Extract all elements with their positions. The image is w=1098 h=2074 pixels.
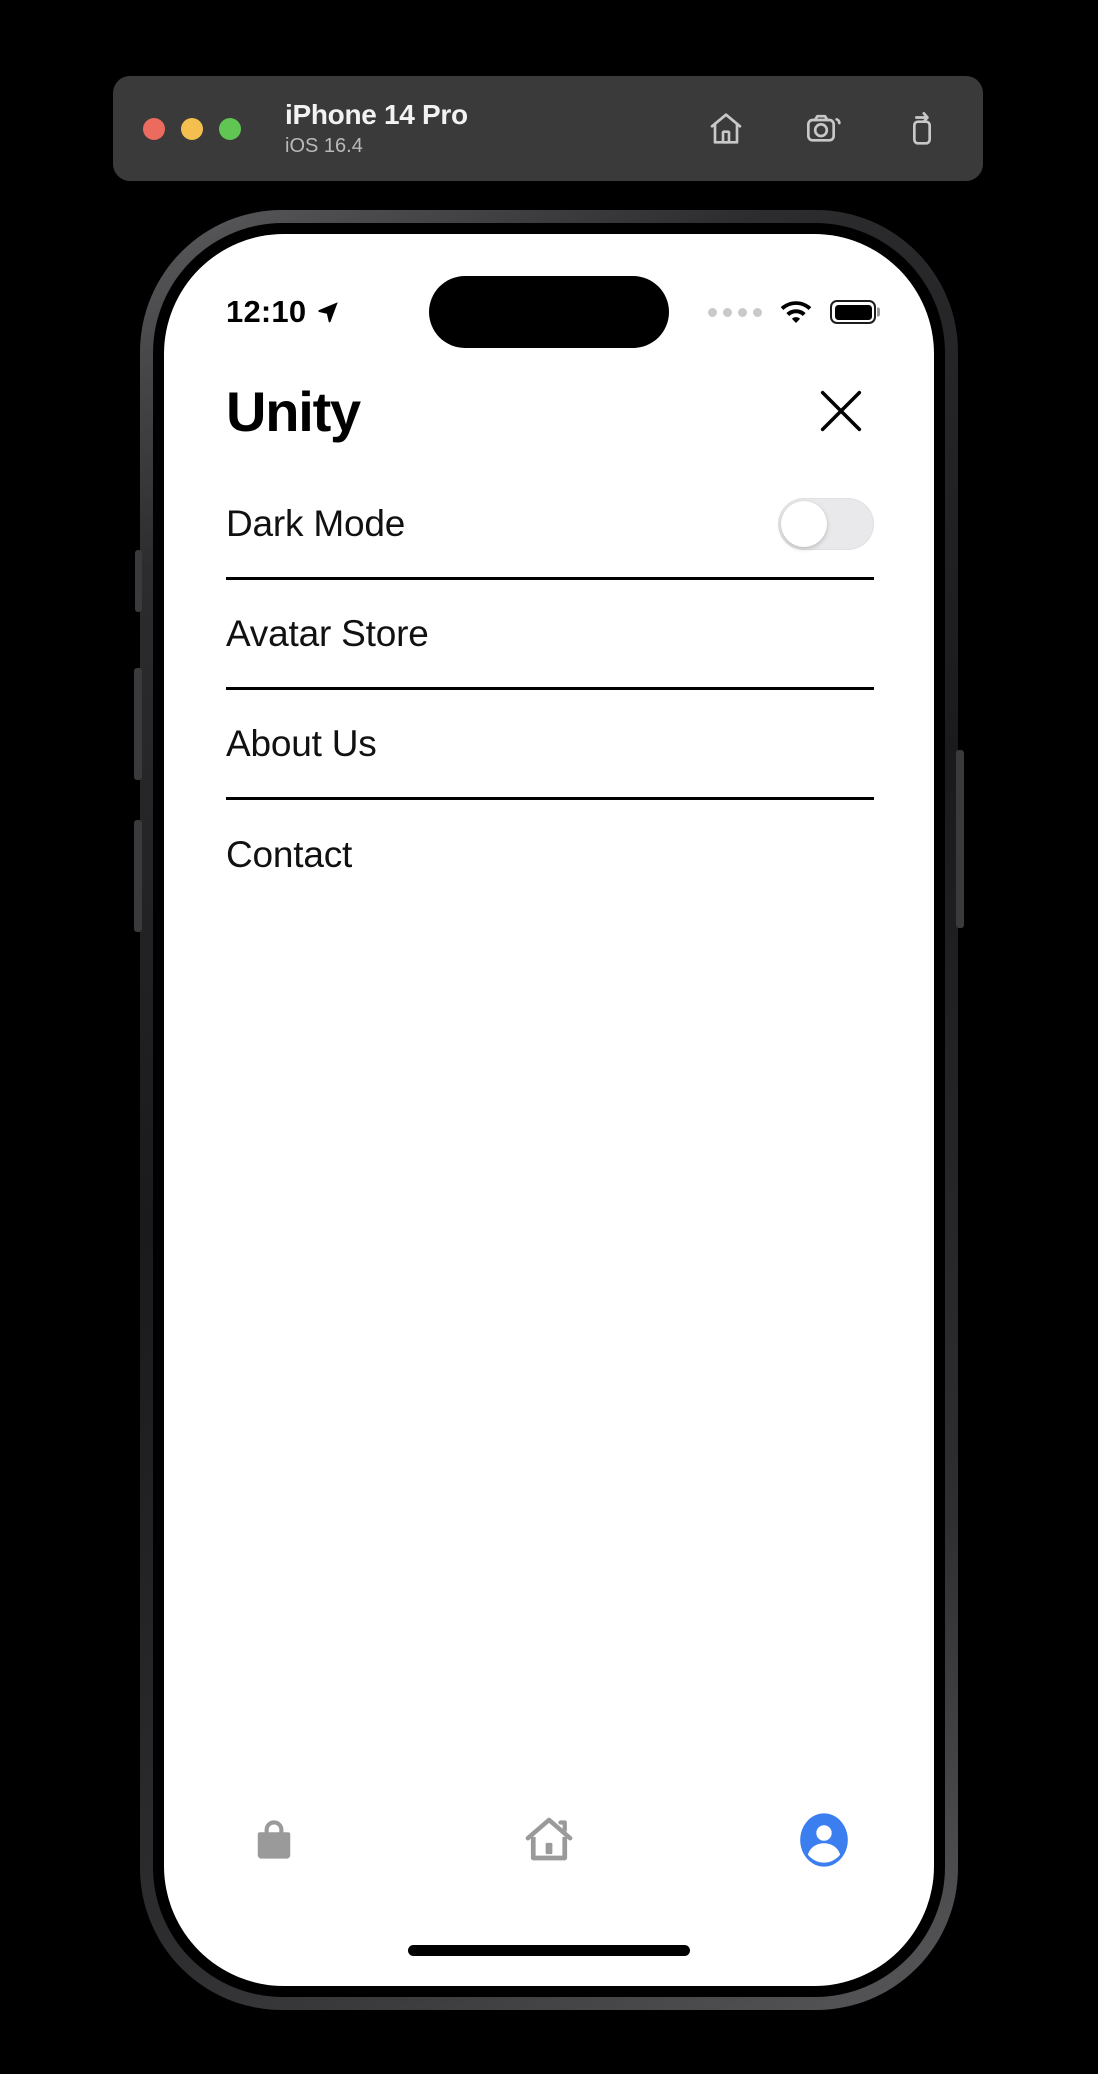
tab-home[interactable] [449,1813,650,1867]
silent-switch[interactable] [135,550,142,612]
device-bezel: 12:10 Unity Dark Mode Avatar Store About… [153,223,945,1997]
screenshot-root: iPhone 14 Pro iOS 16.4 12:10 Unity Dark … [0,0,1098,2074]
simulator-device-name: iPhone 14 Pro [285,98,468,130]
minimize-window-button[interactable] [181,117,203,140]
menu-item-label: About Us [226,722,377,764]
rotate-device-icon[interactable] [901,108,943,150]
simulator-toolbar [705,108,955,150]
bottom-tab-bar [164,1812,934,1868]
menu-item-about-us[interactable]: About Us [226,690,874,800]
menu-item-dark-mode[interactable]: Dark Mode [226,470,874,580]
menu-item-label: Contact [226,834,353,875]
person-circle-icon [800,1813,848,1867]
app-header: Unity [164,357,934,465]
location-arrow-icon [318,302,339,323]
device-screen: 12:10 Unity Dark Mode Avatar Store About… [164,234,934,1986]
tab-store[interactable] [248,1814,449,1866]
dark-mode-toggle[interactable] [778,497,874,550]
menu-item-avatar-store[interactable]: Avatar Store [226,580,874,690]
toggle-knob [781,500,827,547]
volume-up-button[interactable] [134,668,142,780]
dynamic-island [429,276,669,348]
shopping-bag-icon [257,1820,291,1859]
battery-full-icon [830,300,876,324]
page-title: Unity [226,379,361,443]
home-indicator[interactable] [408,1945,690,1956]
maximize-window-button[interactable] [219,117,241,140]
iphone-device-frame: 12:10 Unity Dark Mode Avatar Store About… [134,210,964,2010]
close-icon[interactable] [810,380,872,442]
status-time: 12:10 [226,294,307,329]
menu-item-label: Dark Mode [226,502,406,544]
menu-item-label: Avatar Store [226,612,429,654]
tab-profile[interactable] [649,1812,850,1868]
home-icon[interactable] [705,108,747,150]
cellular-signal-icon [708,307,762,317]
menu-item-contact[interactable]: Contact [226,800,874,910]
volume-down-button[interactable] [134,820,142,932]
wifi-icon [780,301,812,324]
status-indicators [708,299,876,325]
simulator-titlebar: iPhone 14 Pro iOS 16.4 [113,76,983,181]
simulator-os-version: iOS 16.4 [285,135,363,158]
status-clock: 12:10 [226,294,341,330]
settings-menu: Dark Mode Avatar Store About Us Contact [226,470,874,910]
house-icon [525,1817,573,1861]
close-window-button[interactable] [143,117,165,140]
simulator-labels: iPhone 14 Pro iOS 16.4 [285,98,468,159]
screenshot-icon[interactable] [803,108,845,150]
power-button[interactable] [956,750,964,928]
window-traffic-lights [143,117,241,140]
